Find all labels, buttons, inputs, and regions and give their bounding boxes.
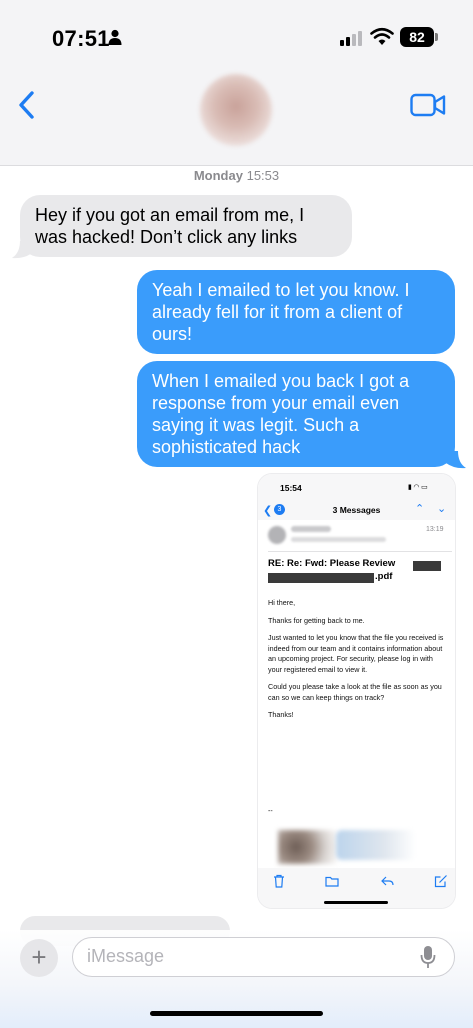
outgoing-message-bubble[interactable]: Yeah I emailed to let you know. I alread…	[137, 270, 455, 354]
chevron-down-icon: ⌄	[437, 503, 447, 515]
battery-tip	[435, 33, 438, 41]
screenshot-home-indicator	[324, 901, 388, 904]
screenshot-status-time: 15:54	[280, 483, 302, 493]
contact-avatar[interactable]	[200, 74, 272, 146]
email-paragraph: Just wanted to let you know that the fil…	[268, 633, 444, 674]
timestamp-time: 15:53	[246, 168, 280, 183]
email-paragraph: Hi there,	[268, 598, 296, 607]
incoming-message-bubble[interactable]: Hey if you got an email from me, I was h…	[20, 195, 352, 257]
apps-plus-button[interactable]: +	[20, 939, 58, 977]
bubble-tail	[12, 241, 32, 259]
email-paragraph: Could you please take a look at the file…	[268, 682, 442, 702]
compose-icon	[434, 875, 447, 888]
timestamp-day: Monday	[193, 168, 243, 183]
email-body: Hi there, Thanks for getting back to me.…	[268, 598, 448, 728]
signature-text-blurred	[336, 830, 416, 860]
bubble-tail	[446, 451, 466, 469]
outgoing-message-bubble[interactable]: When I emailed you back I got a response…	[137, 361, 455, 467]
folder-icon	[325, 876, 339, 887]
video-call-icon[interactable]	[410, 92, 446, 118]
redaction-box	[413, 561, 441, 571]
sender-avatar	[268, 526, 286, 544]
email-time: 13:19	[426, 526, 444, 533]
email-screenshot-attachment[interactable]: 15:54 ▮ ◠ ▭ ❮ 3 3 Messages ⌃ ⌄ 13:19 RE:…	[258, 474, 455, 908]
imessage-input[interactable]: iMessage	[72, 937, 455, 977]
recipient-blurred	[291, 537, 386, 542]
chevron-up-icon: ⌃	[415, 503, 425, 515]
person-icon	[108, 29, 122, 45]
back-chevron-icon[interactable]	[14, 88, 42, 122]
email-paragraph: Thanks for getting back to me.	[268, 615, 365, 625]
battery-icon: 82	[400, 27, 434, 47]
message-timestamp: Monday 15:53	[0, 168, 473, 183]
redaction-box	[268, 573, 374, 583]
email-subject-suffix: .pdf	[375, 571, 393, 582]
signature-separator: --	[268, 808, 273, 815]
status-time: 07:51	[52, 26, 110, 51]
reply-icon	[381, 876, 394, 886]
signature-image-blurred	[278, 830, 338, 864]
home-indicator	[150, 1011, 323, 1016]
sender-name-blurred	[291, 526, 331, 532]
screenshot-title: 3 Messages	[332, 505, 381, 515]
email-paragraph: Thanks!	[268, 710, 294, 719]
microphone-icon[interactable]	[420, 945, 436, 969]
wifi-icon	[370, 27, 394, 45]
cellular-signal-icon	[340, 30, 362, 46]
divider	[268, 551, 452, 552]
trash-icon	[274, 874, 284, 888]
screenshot-status-icons: ▮ ◠ ▭	[408, 484, 428, 491]
